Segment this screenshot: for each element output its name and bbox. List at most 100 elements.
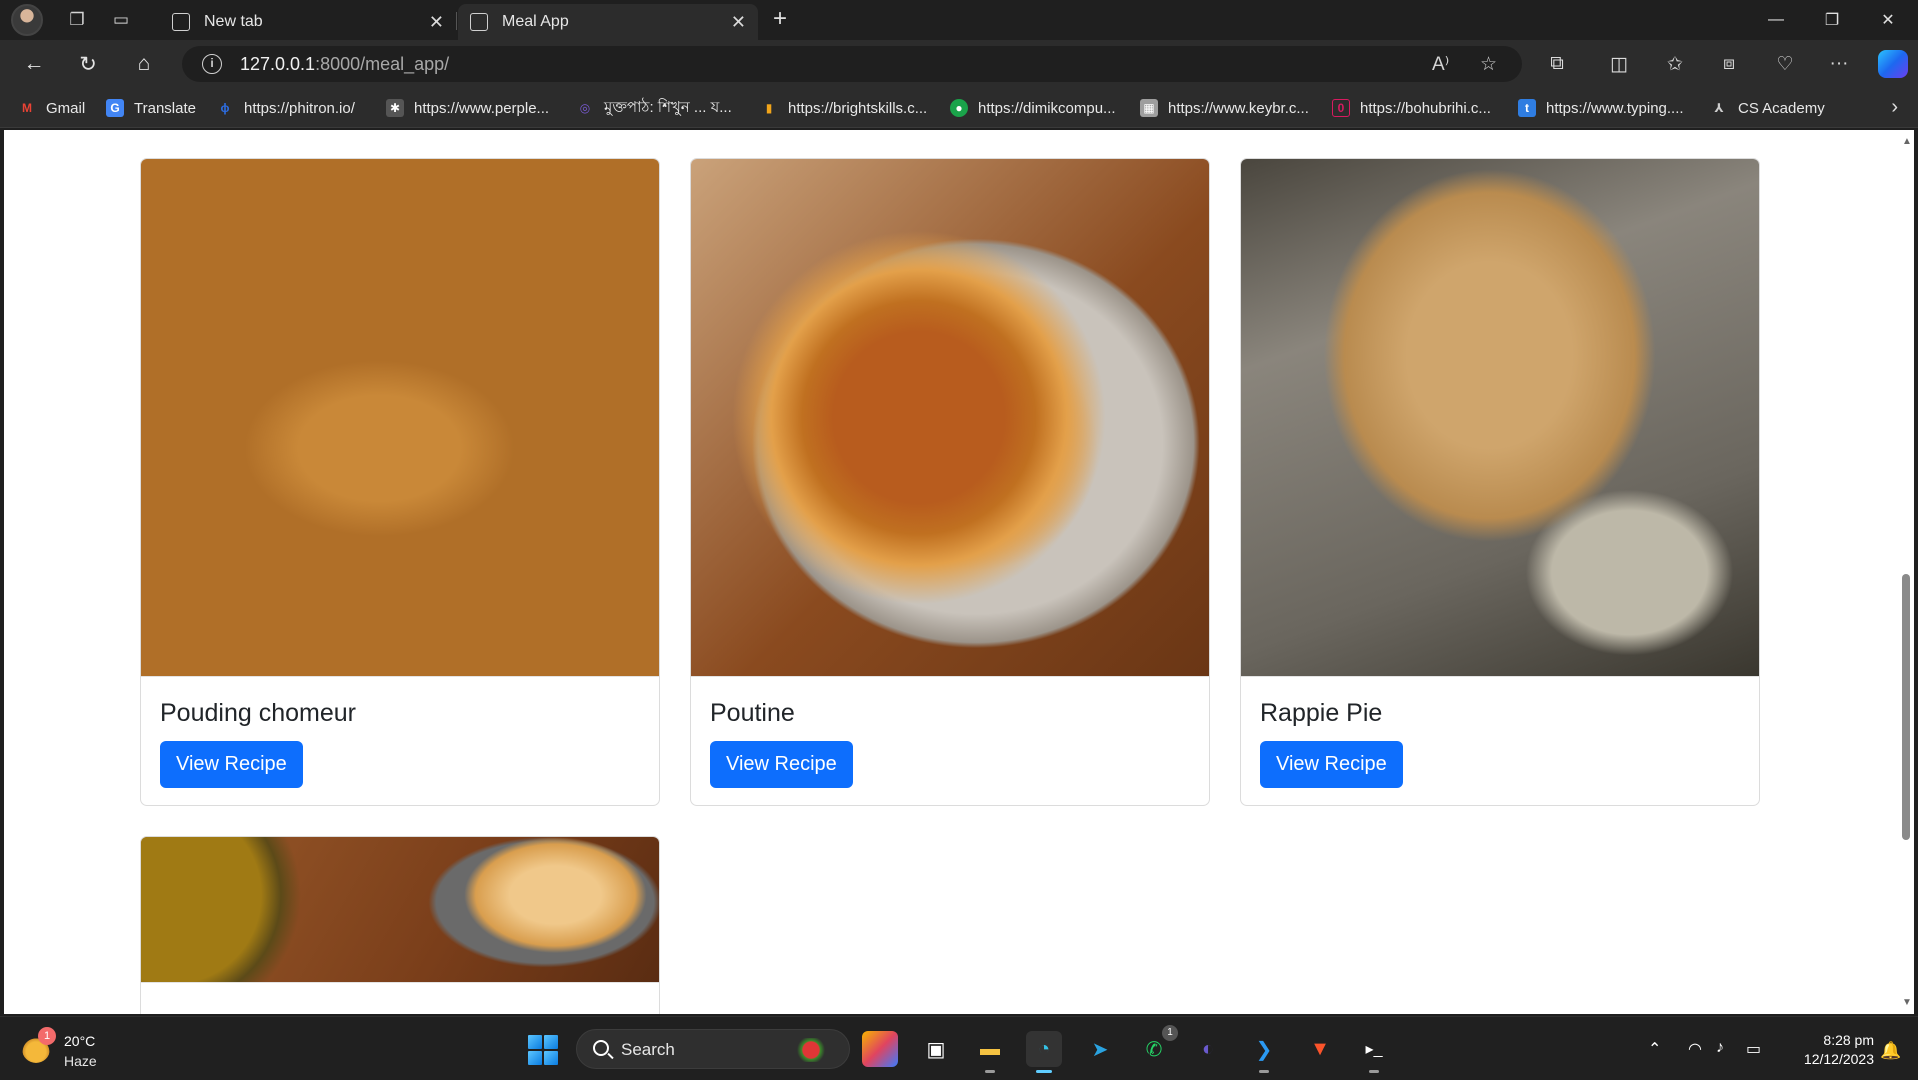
more-bookmarks-chevron-icon[interactable]: › [1891,96,1898,119]
bohubrihi-icon: 0 [1332,99,1350,117]
view-recipe-button[interactable]: View Recipe [1260,741,1403,788]
weather-widget[interactable]: 1 20°C Haze [22,1027,182,1071]
profile-avatar[interactable] [11,4,43,36]
edge-browser-icon[interactable]: ◔ [1026,1031,1062,1073]
page-scrollbar[interactable]: ▲ ▼ [1898,130,1914,1014]
tab-meal-app[interactable]: Meal App ✕ [458,4,758,40]
bookmark-perplexity[interactable]: ✱ https://www.perple... [386,98,549,118]
system-clock[interactable]: 8:28 pm 12/12/2023 [1774,1031,1874,1069]
start-windows-icon[interactable] [528,1035,558,1065]
home-icon[interactable]: ⌂ [130,50,158,78]
browser-essentials-icon[interactable]: ♡ [1770,50,1800,78]
poinsettia-highlight-icon [791,1038,831,1062]
brave-browser-icon[interactable]: ▼ [1302,1031,1338,1067]
perplexity-icon: ✱ [386,99,404,117]
scroll-thumb[interactable] [1902,574,1910,840]
volume-icon[interactable]: ♪ [1716,1039,1724,1057]
search-placeholder: Search [621,1040,675,1059]
close-window-icon[interactable]: ✕ [1860,0,1916,40]
notification-bell-icon[interactable]: 🔔 [1880,1041,1901,1061]
close-tab-icon[interactable]: ✕ [429,12,444,33]
minimize-icon[interactable]: — [1748,0,1804,40]
taskbar-search-box[interactable]: Search [576,1029,850,1069]
scroll-down-arrow-icon[interactable]: ▼ [1902,997,1912,1008]
bookmarks-bar: M Gmail G Translate ϕ https://phitron.io/ ✱… [0,88,1918,128]
url-text[interactable]: 127.0.0.1:8000/meal_app/ [240,54,449,75]
file-explorer-icon[interactable]: ▬ [972,1031,1008,1073]
vscode-icon[interactable]: ❯ [1246,1031,1282,1073]
copilot-pre-app-icon[interactable] [862,1031,898,1067]
task-view-icon[interactable]: ▣ [918,1031,954,1067]
bookmark-dimik[interactable]: ● https://dimikcompu... [950,98,1116,118]
meal-title: Rappie Pie [1260,699,1383,727]
typing-icon: t [1518,99,1536,117]
back-arrow-icon[interactable]: ← [20,50,48,78]
bookmark-gmail[interactable]: M Gmail [18,98,85,118]
bookmark-bohubrihi[interactable]: 0 https://bohubrihi.c... [1332,98,1491,118]
favorites-icon[interactable]: ✩ [1660,50,1690,78]
meal-card: Poutine View Recipe [690,158,1210,806]
whatsapp-icon[interactable]: ✆ 1 [1136,1025,1178,1067]
bookmark-typing[interactable]: t https://www.typing.... [1518,98,1684,118]
cs-academy-icon: ⅄ [1714,101,1724,115]
search-icon [593,1040,609,1056]
page-viewport: Pouding chomeur View Recipe Poutine View… [4,130,1904,1014]
show-hidden-icons-chevron-icon[interactable]: ⌃ [1648,1039,1661,1059]
meal-card: Pouding chomeur View Recipe [140,158,660,806]
bookmark-phitron[interactable]: ϕ https://phitron.io/ [216,98,355,118]
telegram-icon[interactable]: ➤ [1082,1031,1118,1067]
bookmark-brightskills[interactable]: ▮ https://brightskills.c... [760,98,928,118]
tab-new-tab[interactable]: New tab ✕ [160,4,456,40]
tab-title: Meal App [502,13,569,30]
new-tab-favicon-icon [172,13,190,31]
site-info-icon[interactable]: i [202,54,222,74]
bookmark-muktopaath[interactable]: ◎ মুক্তপাঠ: শিখুন ... য... [576,98,732,118]
page-favicon-icon [470,13,488,31]
new-tab-plus-icon[interactable]: + [766,6,794,34]
bookmark-translate[interactable]: G Translate [106,98,196,118]
bookmark-cs-academy[interactable]: ⅄ CS Academy [1710,98,1824,118]
gmail-icon: M [22,101,32,115]
weather-notification-badge: 1 [38,1027,56,1045]
restore-icon[interactable]: ❐ [1804,0,1860,40]
dimik-icon: ● [950,99,968,117]
address-bar[interactable]: i 127.0.0.1:8000/meal_app/ A⁾ ☆ [182,46,1522,82]
meal-image [141,159,659,677]
weather-condition: Haze [64,1053,97,1069]
translate-icon: G [106,99,124,117]
extensions-icon[interactable]: ⧉ [1542,50,1572,78]
collections-icon[interactable]: ⧈ [1714,50,1744,78]
browser-toolbar: ← ↻ ⌂ i 127.0.0.1:8000/meal_app/ A⁾ ☆ ⧉ … [0,40,1918,88]
terminal-icon[interactable]: ▸_ [1356,1031,1392,1073]
view-recipe-button[interactable]: View Recipe [710,741,853,788]
muktopaath-icon: ◎ [579,101,591,115]
browser-tab-bar: ❐ ▭ New tab ✕ Meal App ✕ + — ❐ ✕ [0,0,1918,40]
clock-date: 12/12/2023 [1803,1051,1874,1067]
windows-taskbar: 1 20°C Haze Search ▣ ▬ ◔ ➤ ✆ 1 ◐ ❯ ▼ ▸_ ⌃… [0,1016,1918,1080]
meal-title: Poutine [710,699,795,727]
vertical-tabs-icon[interactable]: ▭ [109,8,133,32]
weather-temperature: 20°C [64,1033,96,1049]
reload-icon[interactable]: ↻ [74,50,102,78]
scroll-up-arrow-icon[interactable]: ▲ [1902,136,1912,147]
meal-image [1241,159,1759,677]
eclipse-icon[interactable]: ◐ [1190,1031,1226,1067]
meal-image [141,837,659,983]
bookmark-keybr[interactable]: ▦ https://www.keybr.c... [1140,98,1309,118]
battery-icon[interactable]: ▭ [1746,1039,1761,1059]
close-tab-icon[interactable]: ✕ [731,12,746,33]
settings-more-icon[interactable]: ··· [1824,50,1854,78]
keybr-icon: ▦ [1140,99,1158,117]
wifi-icon[interactable]: ◠ [1688,1039,1702,1059]
view-recipe-button[interactable]: View Recipe [160,741,303,788]
meal-title: Pouding chomeur [160,699,356,727]
clock-time: 8:28 pm [1823,1032,1874,1048]
read-aloud-icon[interactable]: A⁾ [1432,53,1449,76]
meal-card: Rappie Pie View Recipe [1240,158,1760,806]
copilot-icon[interactable] [1878,50,1908,78]
workspaces-icon[interactable]: ❐ [65,8,89,32]
favorite-star-icon[interactable]: ☆ [1480,53,1497,76]
phitron-icon: ϕ [220,101,230,115]
split-screen-icon[interactable]: ◫ [1604,50,1634,78]
tab-title: New tab [204,13,263,30]
